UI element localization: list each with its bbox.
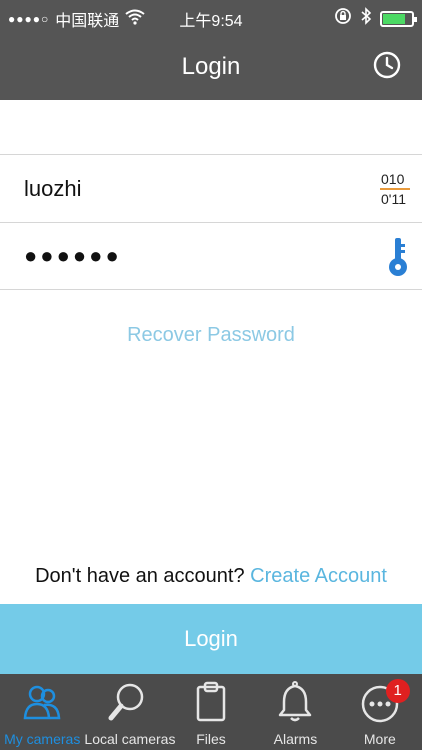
- signup-row: Don't have an account? Create Account: [0, 565, 422, 588]
- password-field[interactable]: ●●●●●●: [0, 222, 422, 290]
- signup-prompt: Don't have an account?: [35, 565, 245, 587]
- username-input[interactable]: luozhi: [24, 176, 81, 202]
- notification-badge: 1: [385, 679, 410, 703]
- rotation-lock-icon: [334, 7, 352, 30]
- tab-alarms[interactable]: Alarms: [253, 674, 337, 750]
- clipboard-icon: [189, 680, 233, 724]
- bell-icon: [273, 680, 317, 724]
- tab-label: My cameras: [4, 731, 81, 747]
- svg-text:010: 010: [381, 171, 405, 187]
- header-spacer: [0, 100, 422, 154]
- svg-text:0'11: 0'11: [381, 191, 406, 207]
- username-field[interactable]: luozhi 010 0'11: [0, 154, 422, 222]
- navigation-bar: Login: [0, 34, 422, 100]
- tab-files[interactable]: Files: [169, 674, 253, 750]
- bluetooth-icon: [360, 7, 372, 30]
- clock-icon[interactable]: [372, 50, 402, 80]
- barcode-scan-icon[interactable]: 010 0'11: [378, 169, 412, 209]
- tab-label: Files: [196, 731, 226, 747]
- tab-more[interactable]: 1 More: [338, 674, 422, 750]
- tab-local-cameras[interactable]: Local cameras: [84, 674, 176, 750]
- battery-icon: [380, 10, 417, 27]
- status-right: [334, 7, 417, 30]
- tab-bar: My cameras Local cameras Files Alarms 1 …: [0, 674, 422, 750]
- tab-label: More: [363, 731, 396, 747]
- page-title: Login: [181, 53, 241, 80]
- login-button[interactable]: Login: [0, 604, 422, 674]
- recover-password-link[interactable]: Recover Password: [0, 324, 422, 347]
- tab-my-cameras[interactable]: My cameras: [0, 674, 84, 750]
- key-icon[interactable]: [386, 235, 410, 279]
- tab-label: Alarms: [273, 731, 318, 747]
- search-icon: [105, 680, 149, 724]
- password-input[interactable]: ●●●●●●: [24, 243, 122, 269]
- users-icon: [20, 680, 64, 724]
- tab-label: Local cameras: [84, 731, 176, 747]
- status-bar: ●●●●○ 中国联通 上午9:54: [0, 0, 422, 34]
- create-account-link[interactable]: Create Account: [250, 565, 387, 587]
